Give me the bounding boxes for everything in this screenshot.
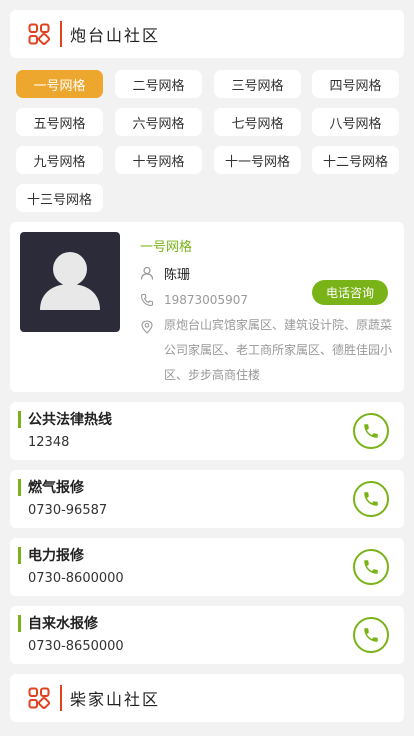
hotline-item[interactable]: 燃气报修 0730-96587 (10, 470, 404, 528)
tab-grid-1[interactable]: 一号网格 (16, 70, 103, 98)
user-icon (140, 266, 154, 280)
accent-bar (18, 411, 21, 428)
call-button[interactable] (353, 413, 389, 449)
call-button[interactable] (353, 617, 389, 653)
hotline-name: 电力报修 (28, 548, 84, 564)
phone-icon (364, 628, 378, 642)
avatar (20, 232, 120, 332)
hotline-number: 0730-8600000 (28, 571, 124, 586)
user-silhouette-icon (40, 252, 100, 310)
section-title: 柴家山社区 (70, 690, 161, 709)
hotline-item[interactable]: 自来水报修 0730-8650000 (10, 606, 404, 664)
tab-grid-6[interactable]: 六号网格 (115, 108, 202, 136)
accent-bar (18, 615, 21, 632)
grid-member-card: 一号网格 陈珊 19873005907 原炮台山宾馆家属区、建筑设计院、原蔬菜公… (10, 222, 404, 392)
tab-grid-5[interactable]: 五号网格 (16, 108, 103, 136)
tab-grid-8[interactable]: 八号网格 (312, 108, 399, 136)
member-name: 陈珊 (164, 267, 191, 283)
hotline-item[interactable]: 公共法律热线 12348 (10, 402, 404, 460)
hotline-item[interactable]: 电力报修 0730-8600000 (10, 538, 404, 596)
hotline-number: 0730-8650000 (28, 639, 124, 654)
member-phone[interactable]: 19873005907 (164, 293, 248, 307)
accent-bar (18, 479, 21, 496)
hotline-number: 0730-96587 (28, 503, 108, 518)
hotline-name: 公共法律热线 (28, 412, 112, 428)
tab-grid-9[interactable]: 九号网格 (16, 146, 103, 174)
section-header[interactable]: 炮台山社区 (10, 10, 404, 58)
section-header[interactable]: 柴家山社区 (10, 674, 404, 722)
call-button[interactable] (353, 549, 389, 585)
member-grid-name: 一号网格 (140, 240, 193, 255)
header-divider (60, 21, 62, 47)
tab-grid-3[interactable]: 三号网格 (214, 70, 301, 98)
header-divider (60, 685, 62, 711)
tab-grid-7[interactable]: 七号网格 (214, 108, 301, 136)
grid-icon (28, 687, 50, 709)
accent-bar (18, 547, 21, 564)
hotline-name: 燃气报修 (28, 480, 84, 496)
phone-icon (140, 293, 154, 307)
tab-grid-2[interactable]: 二号网格 (115, 70, 202, 98)
phone-consult-button[interactable]: 电话咨询 (312, 280, 388, 305)
phone-icon (364, 424, 378, 438)
tab-grid-13[interactable]: 十三号网格 (16, 184, 103, 212)
tab-grid-11[interactable]: 十一号网格 (214, 146, 301, 174)
hotline-name: 自来水报修 (28, 616, 98, 632)
phone-icon (364, 492, 378, 506)
tab-grid-12[interactable]: 十二号网格 (312, 146, 399, 174)
location-icon (141, 320, 153, 334)
tab-grid-4[interactable]: 四号网格 (312, 70, 399, 98)
hotline-number: 12348 (28, 435, 70, 450)
section-title: 炮台山社区 (70, 26, 161, 45)
member-address: 原炮台山宾馆家属区、建筑设计院、原蔬菜公司家属区、老工商所家属区、德胜佳园小区、… (164, 318, 393, 382)
grid-icon (28, 23, 50, 45)
call-button[interactable] (353, 481, 389, 517)
phone-icon (364, 560, 378, 574)
tab-grid-10[interactable]: 十号网格 (115, 146, 202, 174)
